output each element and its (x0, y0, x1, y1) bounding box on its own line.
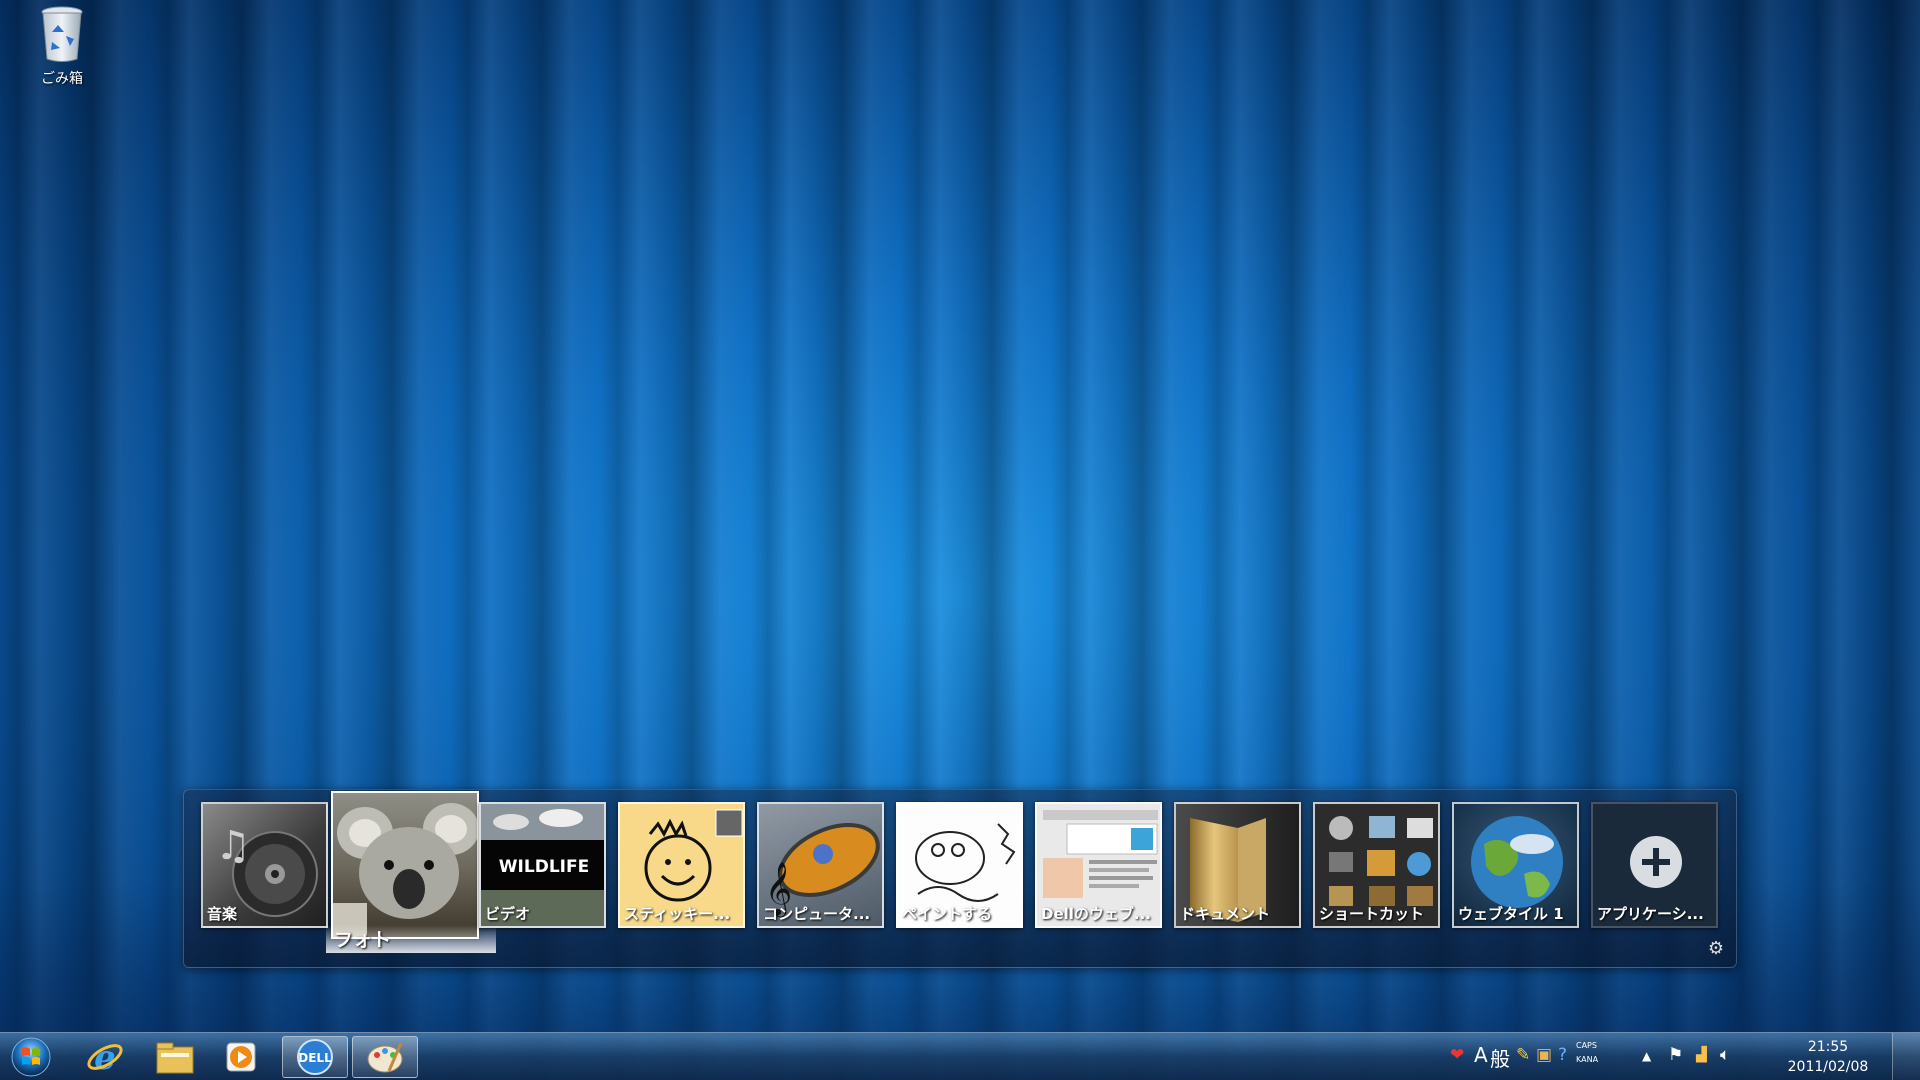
svg-text:♫: ♫ (215, 823, 251, 869)
ime-mode[interactable]: A (1474, 1043, 1488, 1067)
help-icon[interactable]: ? (1558, 1045, 1567, 1065)
svg-text:e: e (94, 1038, 116, 1077)
tile-video[interactable]: WILDLIFE ビデオ (479, 802, 606, 928)
tile-computer-music[interactable]: 𝄞 コンピュータ... (757, 802, 884, 928)
action-center-flag-icon[interactable]: ⚑ (1668, 1045, 1683, 1065)
tile-music[interactable]: ♫ 音楽 (201, 802, 328, 928)
dell-icon: DELL (297, 1039, 333, 1075)
explorer-folder-icon (156, 1042, 194, 1074)
palette-icon (367, 1042, 403, 1073)
ime-dictionary-icon[interactable]: ▣ (1536, 1045, 1552, 1065)
tile-sticky-notes[interactable]: スティッキー... (618, 802, 745, 928)
show-hidden-icons-arrow-icon[interactable]: ▲ (1642, 1049, 1651, 1063)
tile-web-label: Dellのウェブ... (1041, 905, 1152, 923)
ime-type[interactable]: 般 (1490, 1043, 1510, 1072)
svg-text:DELL: DELL (298, 1051, 332, 1065)
tile-documents[interactable]: ドキュメント (1174, 802, 1301, 928)
volume-icon[interactable]: 🔈︎ (1720, 1045, 1730, 1065)
network-icon[interactable]: ▟ (1696, 1047, 1707, 1063)
clock-date: 2011/02/08 (1787, 1059, 1869, 1075)
start-button[interactable] (8, 1036, 54, 1078)
taskbar-paint-button[interactable] (352, 1036, 418, 1078)
gear-icon[interactable]: ⚙ (1706, 939, 1726, 959)
tile-applications[interactable]: アプリケーシ... (1591, 802, 1718, 928)
clock[interactable]: 21:55 2011/02/08 (1778, 1037, 1878, 1077)
tile-music-label: 音楽 (207, 905, 238, 923)
ime-toolbar-icon[interactable]: ❤ (1450, 1045, 1464, 1065)
kana-indicator: KANA (1576, 1055, 1599, 1064)
tile-shortcuts-label: ショートカット (1319, 905, 1425, 923)
tile-shortcuts[interactable]: ショートカット (1313, 802, 1440, 928)
wildlife-video-title: WILDLIFE (499, 857, 589, 877)
tile-photos[interactable] (331, 791, 479, 939)
media-player-icon (226, 1042, 256, 1072)
caps-indicator: CAPS (1576, 1041, 1597, 1050)
tile-documents-label: ドキュメント (1180, 905, 1271, 923)
show-desktop-button[interactable] (1892, 1033, 1920, 1080)
tile-sticky-label: スティッキー... (624, 905, 731, 923)
tile-webtile-label: ウェブタイル 1 (1458, 905, 1564, 923)
recycle-bin-icon (41, 6, 83, 62)
system-tray: ❤ A 般 ✎ ▣ ? CAPS KANA ▲ ⚑ ▟ 🔈︎ 21:55 201… (1450, 1033, 1920, 1080)
taskbar-explorer-button[interactable] (142, 1036, 208, 1078)
recycle-bin-label: ごみ箱 (41, 71, 83, 87)
tile-paint[interactable]: ペイントする (896, 802, 1023, 928)
tile-applications-label: アプリケーシ... (1597, 905, 1704, 923)
tile-video-label: ビデオ (485, 905, 531, 923)
tile-dell-web[interactable]: Dellのウェブ... (1035, 802, 1162, 928)
taskbar-dell-button[interactable]: DELL (282, 1036, 348, 1078)
tile-paint-label: ペイントする (902, 905, 993, 923)
ime-tools-icon[interactable]: ✎ (1516, 1045, 1530, 1065)
taskbar-media-player-button[interactable] (208, 1036, 274, 1078)
tile-photos-label: フォト (326, 925, 496, 953)
tile-computer-label: コンピュータ... (763, 905, 871, 923)
clock-time: 21:55 (1807, 1039, 1849, 1055)
tile-web-tile-1[interactable]: ウェブタイル 1 (1452, 802, 1579, 928)
taskbar-ie-button[interactable]: e (72, 1036, 138, 1078)
koala-photo (333, 803, 477, 937)
dell-stage-dock: ♫ 音楽 フォト WILDLIFE ビデオ スティッキー... 𝄞 コンピュータ… (183, 789, 1737, 968)
recycle-bin-desktop-icon[interactable]: ごみ箱 (30, 6, 94, 88)
ie-icon: e (87, 1038, 123, 1077)
taskbar: e DELL ❤ A 般 ✎ ▣ ? CAPS KANA ▲ ⚑ ▟ 🔈︎ 21… (0, 1032, 1920, 1080)
